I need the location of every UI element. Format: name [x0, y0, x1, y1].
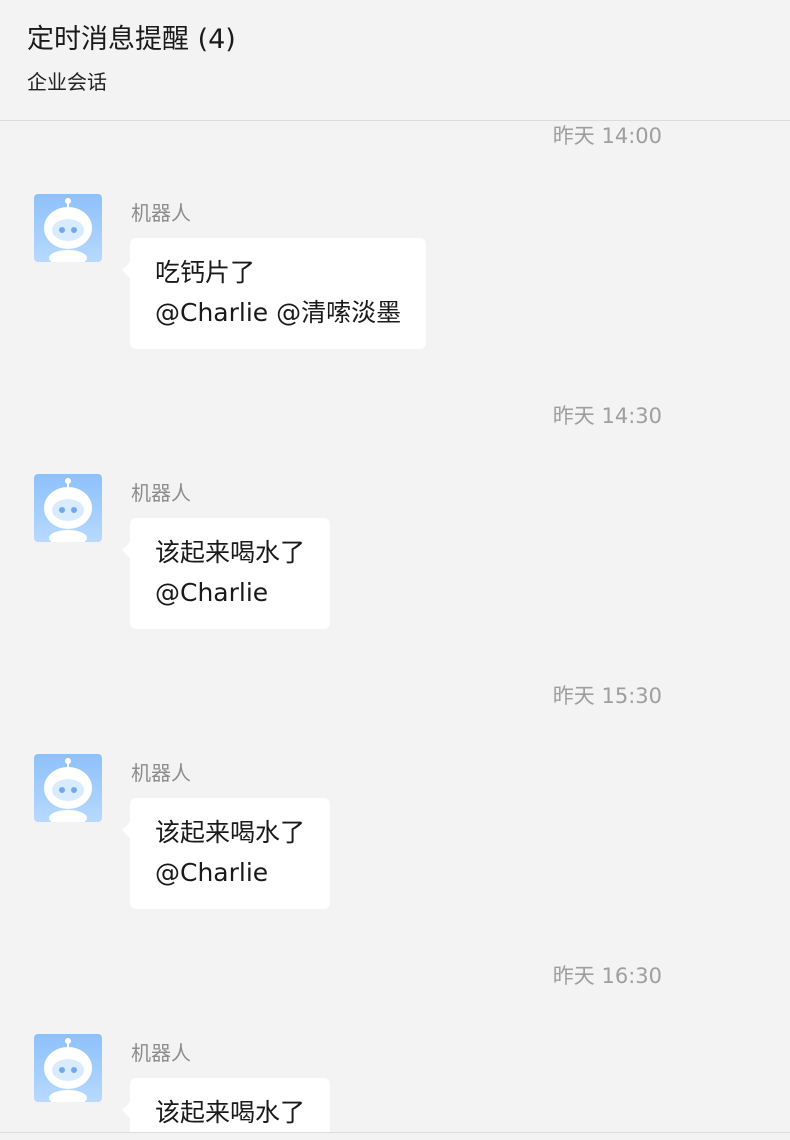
bottom-bar: [0, 1133, 790, 1140]
message-bubble[interactable]: 该起来喝水了 @Charlie: [121, 798, 331, 909]
message-mentions: @Charlie: [155, 858, 269, 887]
sender-name: 机器人: [131, 761, 191, 785]
message-text: 该起来喝水了: [155, 1098, 306, 1127]
message-timestamp: 昨天 15:30: [552, 684, 662, 708]
message-bubble[interactable]: 吃钙片了 @Charlie @清嗦淡墨: [121, 238, 427, 349]
message-timestamp: 昨天 14:00: [552, 124, 662, 148]
message-mentions: @Charlie: [155, 578, 269, 607]
sender-name: 机器人: [131, 201, 191, 225]
robot-avatar-icon[interactable]: [34, 754, 102, 822]
robot-avatar-icon[interactable]: [34, 194, 102, 262]
message-list[interactable]: 昨天 14:00 机器人 吃钙片了 @Charlie @清嗦淡墨 昨天 14:3…: [0, 122, 790, 1132]
message-text: 吃钙片了: [155, 258, 256, 287]
sender-name: 机器人: [131, 481, 191, 505]
robot-avatar-icon[interactable]: [34, 474, 102, 542]
message-text: 该起来喝水了: [155, 818, 306, 847]
message-bubble[interactable]: 该起来喝水了: [121, 1078, 331, 1132]
message-timestamp: 昨天 14:30: [552, 404, 662, 428]
sender-name: 机器人: [131, 1041, 191, 1065]
chat-header: 定时消息提醒 (4) 企业会话: [0, 0, 790, 121]
message-bubble[interactable]: 该起来喝水了 @Charlie: [121, 518, 331, 629]
robot-avatar-icon[interactable]: [34, 1034, 102, 1102]
message-text: 该起来喝水了: [155, 538, 306, 567]
chat-subtitle: 企业会话: [27, 70, 107, 94]
message-mentions: @Charlie @清嗦淡墨: [155, 298, 402, 327]
page-title: 定时消息提醒 (4): [27, 24, 236, 55]
message-timestamp: 昨天 16:30: [552, 964, 662, 988]
